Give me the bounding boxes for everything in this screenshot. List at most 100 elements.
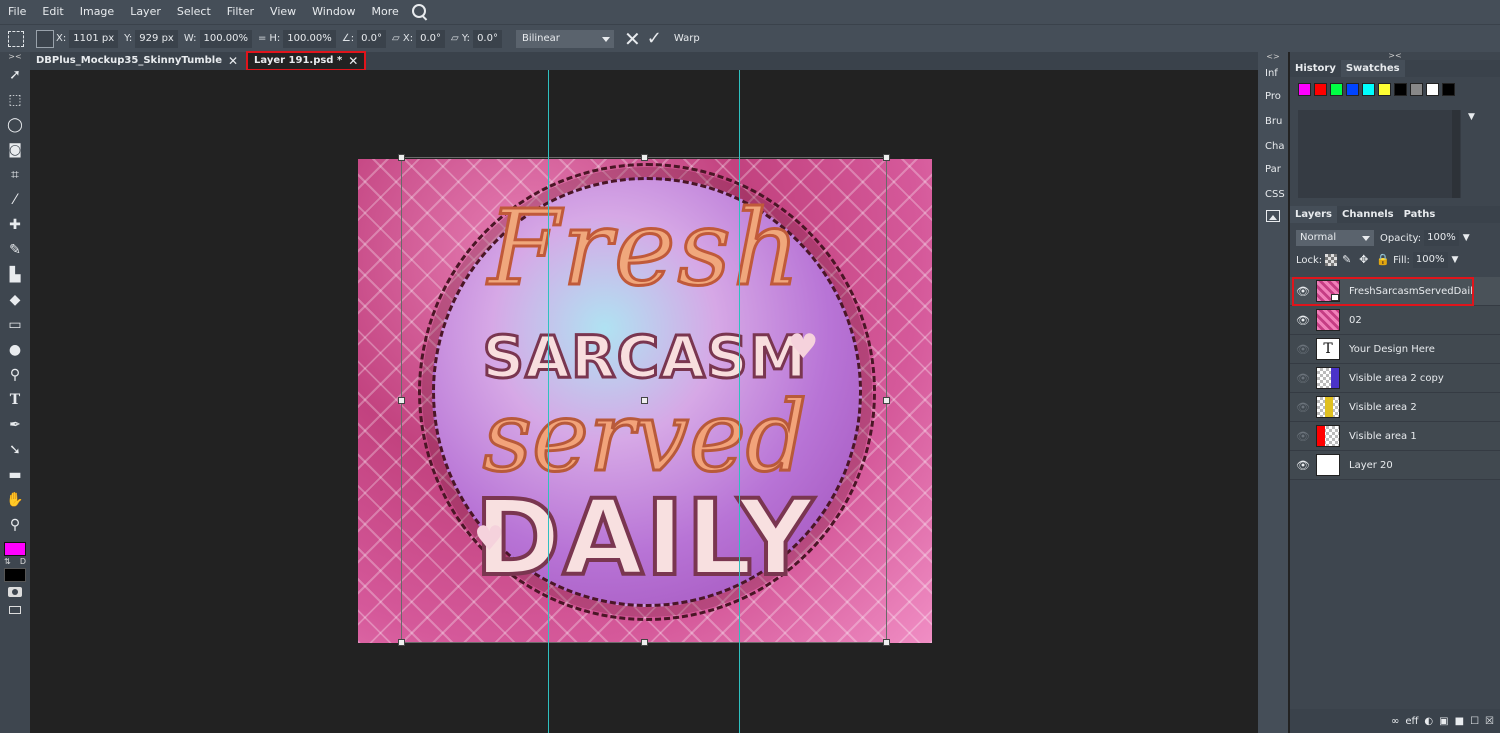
height-input[interactable]: 100.00% (283, 29, 336, 48)
visibility-eye-icon[interactable]: 👁 (1290, 372, 1316, 385)
hand-tool-icon[interactable]: ✋ (0, 487, 30, 512)
interpolation-select[interactable]: Bilinear (515, 29, 614, 48)
tab-channels[interactable]: Channels (1337, 206, 1399, 223)
mask-icon[interactable]: ▣ (1439, 716, 1448, 727)
move-tool-icon[interactable]: ➚ (0, 62, 30, 87)
visibility-eye-icon[interactable]: 👁 (1290, 314, 1316, 327)
adjustment-icon[interactable]: ◐ (1424, 716, 1433, 727)
transform-bounding-box[interactable] (398, 154, 890, 646)
swatch[interactable] (1330, 83, 1343, 96)
skew-y-input[interactable]: 0.0° (473, 29, 502, 48)
fill-dropdown-icon[interactable]: ▼ (1452, 255, 1459, 265)
css-panel-button[interactable]: CSS (1258, 183, 1288, 206)
info-panel-button[interactable]: Inf (1258, 62, 1288, 85)
quick-select-tool-icon[interactable]: ◙ (0, 137, 30, 162)
transform-handle[interactable] (883, 154, 890, 161)
vertical-guide[interactable] (548, 70, 549, 733)
shape-tool-icon[interactable]: ▬ (0, 462, 30, 487)
visibility-eye-icon[interactable]: 👁 (1290, 401, 1316, 414)
rotation-input[interactable]: 0.0° (357, 29, 387, 48)
scrollbar[interactable] (1452, 110, 1460, 198)
search-icon[interactable] (411, 3, 429, 21)
swatch[interactable] (1442, 83, 1455, 96)
background-color-swatch[interactable] (4, 568, 26, 582)
swatch[interactable] (1362, 83, 1375, 96)
menu-more[interactable]: More (364, 0, 407, 24)
layer-row[interactable]: 👁 02 (1290, 306, 1500, 335)
panel-menu-icon[interactable]: ▼ (1468, 112, 1475, 122)
transform-handle[interactable] (641, 154, 648, 161)
transform-handle[interactable] (641, 639, 648, 646)
layer-row[interactable]: 👁 FreshSarcasmServedDail (1290, 277, 1500, 306)
menu-image[interactable]: Image (72, 0, 122, 24)
brush-tool-icon[interactable]: ✎ (0, 237, 30, 262)
skew-x-input[interactable]: 0.0° (416, 29, 446, 48)
menu-edit[interactable]: Edit (34, 0, 71, 24)
swatch[interactable] (1410, 83, 1423, 96)
quick-mask-icon[interactable] (8, 587, 22, 597)
blur-tool-icon[interactable]: ● (0, 337, 30, 362)
layer-row[interactable]: 👁 Visible area 2 (1290, 393, 1500, 422)
x-input[interactable]: 1101 px (69, 29, 119, 48)
default-colors-icon[interactable]: D (20, 557, 26, 566)
effects-icon[interactable]: eff (1405, 716, 1418, 727)
transform-handle[interactable] (883, 639, 890, 646)
close-icon[interactable]: ✕ (348, 52, 358, 70)
lock-position-icon[interactable]: ✥ (1359, 254, 1371, 266)
transform-handle[interactable] (883, 397, 890, 404)
swatch[interactable] (1298, 83, 1311, 96)
fill-input[interactable]: 100% (1412, 252, 1448, 268)
character-panel-button[interactable]: Cha (1258, 135, 1288, 158)
transform-handle[interactable] (398, 397, 405, 404)
swatch[interactable] (1378, 83, 1391, 96)
swatch[interactable] (1394, 83, 1407, 96)
menu-filter[interactable]: Filter (219, 0, 262, 24)
layer-row[interactable]: 👁 Layer 20 (1290, 451, 1500, 480)
gradient-tool-icon[interactable]: ▭ (0, 312, 30, 337)
tab-swatches[interactable]: Swatches (1340, 60, 1405, 77)
opacity-input[interactable]: 100% (1424, 230, 1459, 246)
transform-handle[interactable] (398, 154, 405, 161)
tab-layers[interactable]: Layers (1290, 206, 1337, 223)
zoom-tool-icon[interactable]: ⚲ (0, 512, 30, 537)
menu-file[interactable]: File (0, 0, 34, 24)
properties-panel-button[interactable]: Pro (1258, 85, 1288, 108)
marquee-tool-icon[interactable]: ⬚ (0, 87, 30, 112)
swatch[interactable] (1426, 83, 1439, 96)
tab-paths[interactable]: Paths (1399, 206, 1441, 223)
opacity-dropdown-icon[interactable]: ▼ (1463, 233, 1470, 243)
visibility-eye-icon[interactable]: 👁 (1290, 285, 1316, 298)
cancel-transform-icon[interactable]: ✕ (624, 29, 641, 49)
warp-button[interactable]: Warp (674, 33, 700, 44)
menu-window[interactable]: Window (304, 0, 363, 24)
screen-mode-icon[interactable] (9, 606, 21, 614)
swap-colors-icon[interactable]: ⇅ (4, 557, 11, 566)
folder-icon[interactable]: ■ (1455, 716, 1464, 727)
lock-all-icon[interactable]: 🔒 (1376, 254, 1390, 266)
tab-history[interactable]: History (1290, 60, 1341, 77)
dodge-tool-icon[interactable]: ⚲ (0, 362, 30, 387)
menu-view[interactable]: View (262, 0, 304, 24)
collapse-toggle-icon[interactable]: >< (0, 52, 30, 62)
swatch-area[interactable] (1298, 110, 1461, 198)
canvas-area[interactable]: Fresh SARCASM served DAILY ♥ ♥ (30, 70, 1258, 733)
pen-tool-icon[interactable]: ✒ (0, 412, 30, 437)
stamp-tool-icon[interactable]: ▙ (0, 262, 30, 287)
collapse-toggle-icon[interactable]: >< (1290, 52, 1500, 60)
blend-mode-select[interactable]: Normal (1296, 230, 1374, 246)
lock-pixels-icon[interactable]: ✎ (1342, 254, 1354, 266)
swatch[interactable] (1346, 83, 1359, 96)
reference-point-icon[interactable] (36, 29, 54, 48)
link-layers-icon[interactable]: ∞ (1391, 716, 1399, 727)
type-tool-icon[interactable]: T (0, 387, 30, 412)
foreground-color-swatch[interactable] (4, 542, 26, 556)
visibility-eye-icon[interactable]: 👁 (1290, 459, 1316, 472)
eraser-tool-icon[interactable]: ◆ (0, 287, 30, 312)
eyedropper-tool-icon[interactable]: ⁄ (0, 187, 30, 212)
crop-tool-icon[interactable]: ⌗ (0, 162, 30, 187)
layer-row[interactable]: 👁 Visible area 1 (1290, 422, 1500, 451)
new-layer-icon[interactable]: ☐ (1470, 716, 1479, 727)
collapse-toggle-icon[interactable]: <> (1258, 52, 1288, 62)
close-icon[interactable]: ✕ (228, 52, 238, 70)
path-select-tool-icon[interactable]: ➘ (0, 437, 30, 462)
